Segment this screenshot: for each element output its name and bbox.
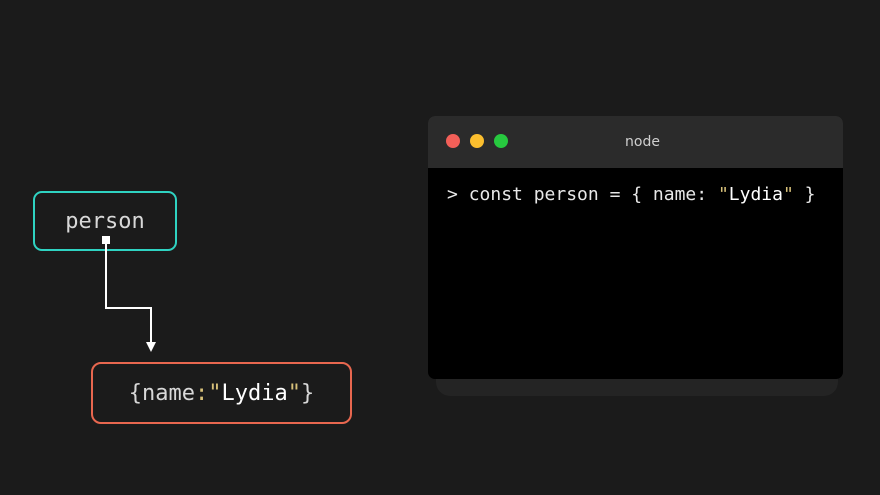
object-close-brace: }	[300, 380, 315, 406]
terminal-title: node	[625, 134, 660, 150]
object-quote-open: "	[208, 380, 222, 406]
pointer-line	[105, 244, 152, 343]
object-key: name	[142, 380, 195, 406]
terminal-input-line[interactable]: > const person = { name: "Lydia" }	[447, 184, 816, 205]
pointer-origin-square	[102, 236, 110, 244]
terminal-code-before: const person = { name:	[468, 184, 718, 205]
terminal-quote-open: "	[717, 184, 729, 205]
arrow-head-icon	[146, 342, 156, 352]
terminal-quote-close: "	[782, 184, 794, 205]
object-quote-close: "	[287, 380, 301, 406]
terminal-code-after: }	[793, 184, 816, 205]
terminal-prompt: >	[447, 184, 458, 205]
object-open-brace: {	[128, 380, 143, 406]
object-colon: :	[195, 380, 209, 406]
terminal-string-value: Lydia	[728, 184, 783, 205]
terminal-window: node > const person = { name: "Lydia" }	[428, 116, 843, 379]
object-value: Lydia	[221, 380, 288, 406]
terminal-titlebar: node	[428, 116, 843, 168]
object-box: { name: " Lydia " }	[91, 362, 352, 424]
